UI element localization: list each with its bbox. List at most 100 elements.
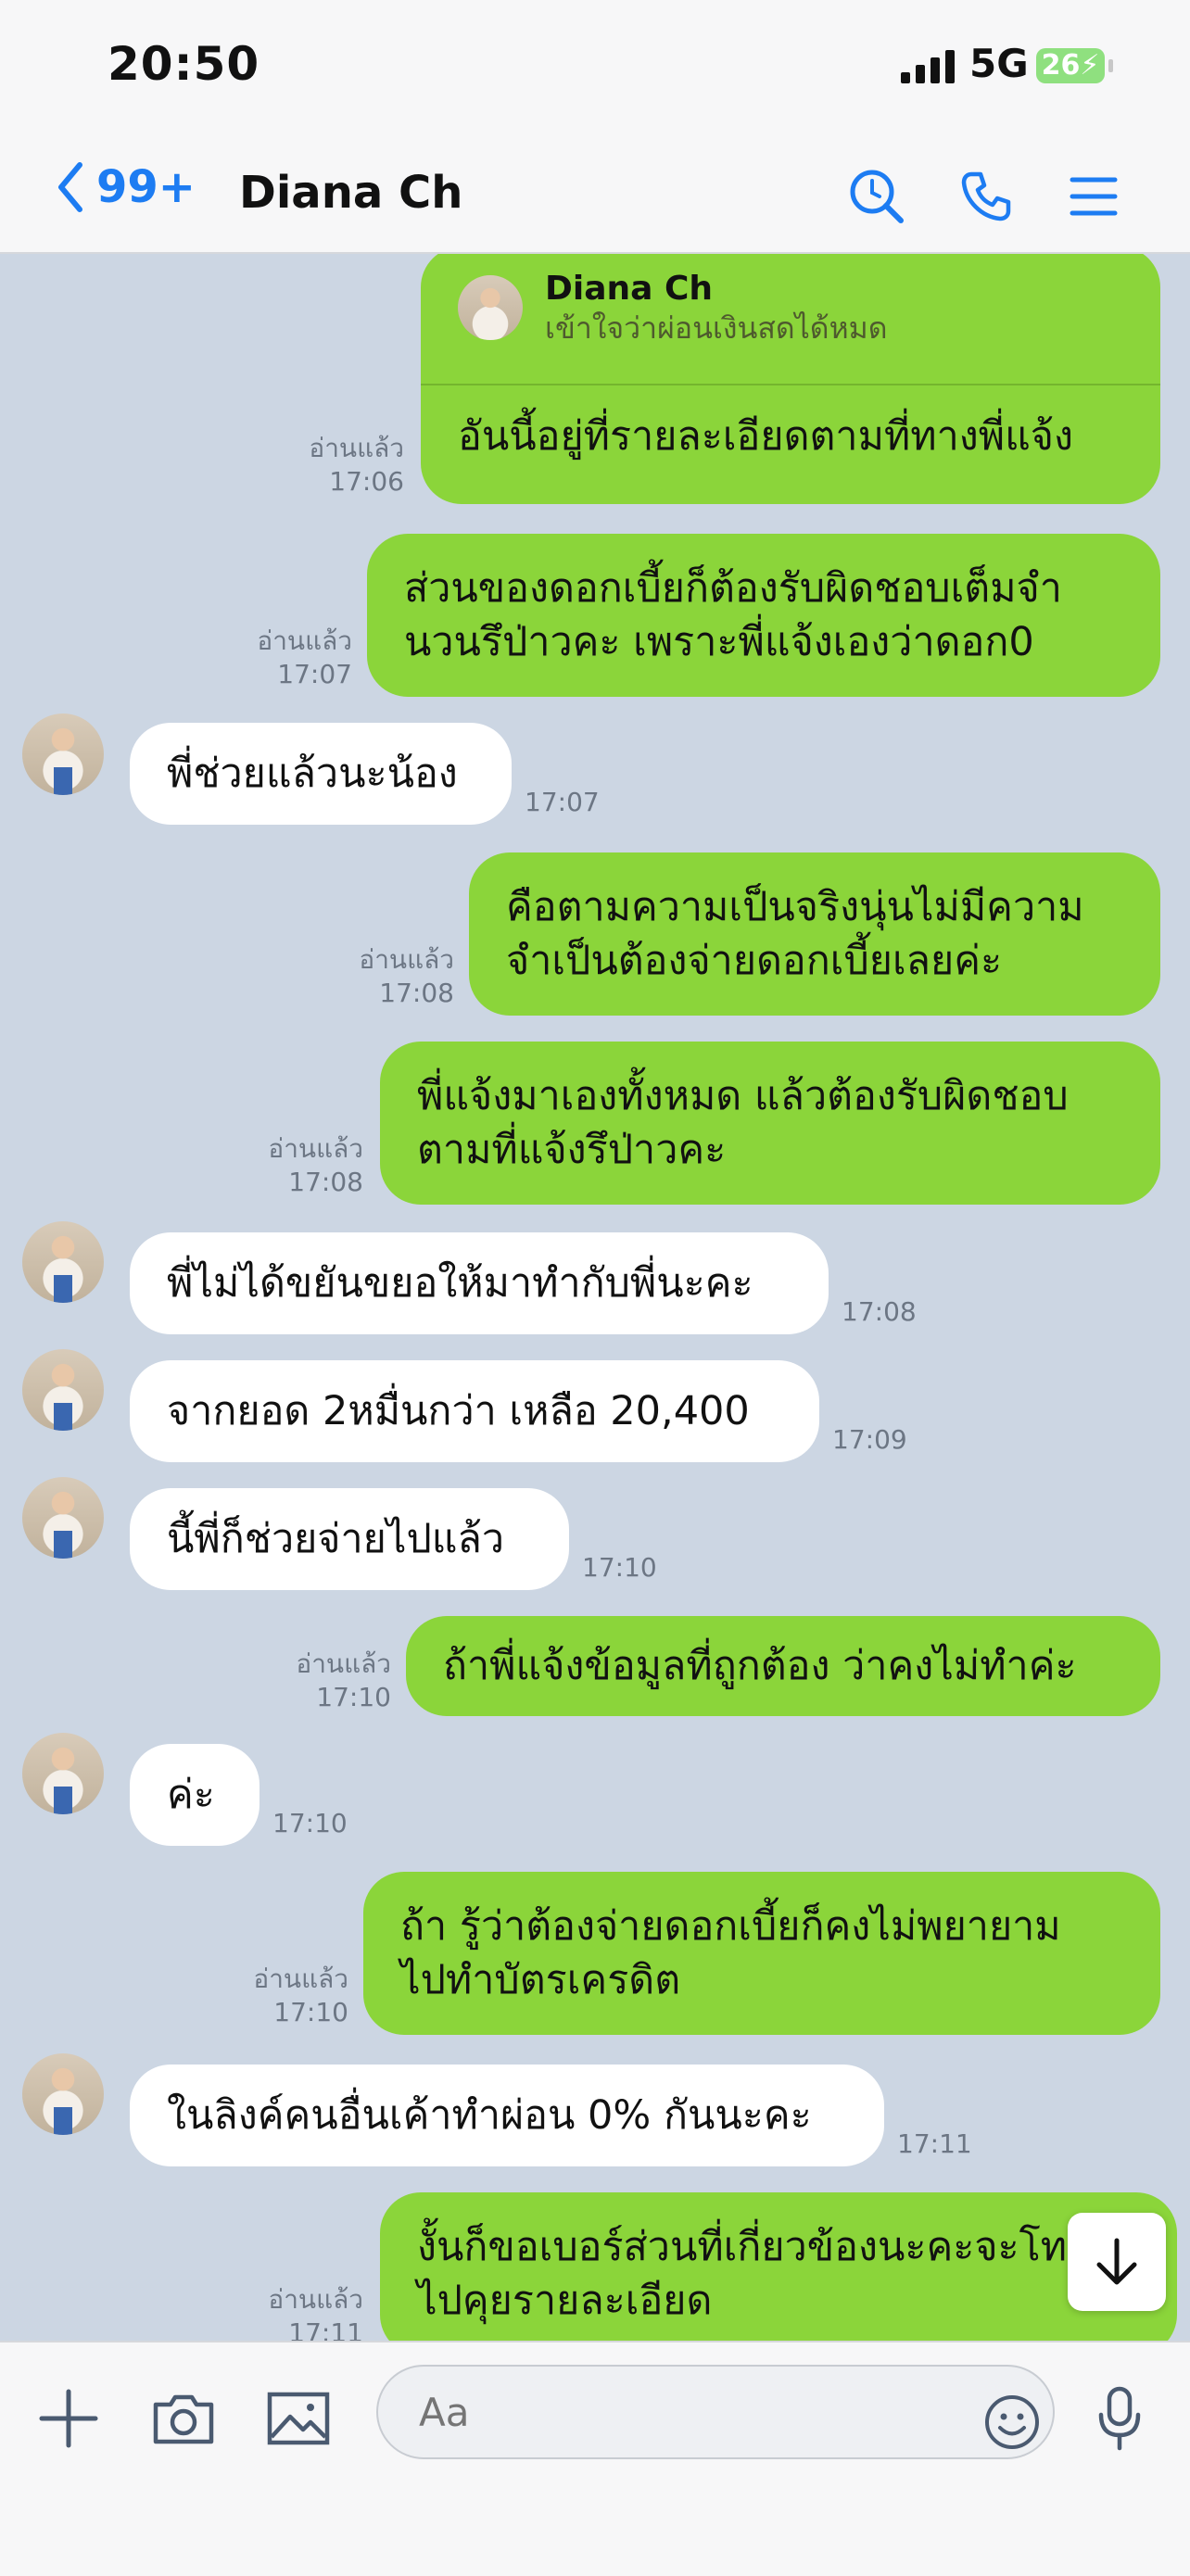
message-time: 17:10 (316, 1682, 391, 1712)
sent-message[interactable]: ส่วนของดอกเบี้ยก็ต้องรับผิดชอบเต็มจำ นวน… (367, 534, 1160, 697)
avatar[interactable] (22, 1349, 104, 1431)
microphone-icon (1098, 2386, 1141, 2451)
received-message[interactable]: นี้พี่ก็ช่วยจ่ายไปแล้ว (130, 1488, 569, 1590)
message-time: 17:08 (379, 978, 454, 1008)
back-button[interactable]: 99+ (56, 161, 196, 213)
sent-message[interactable]: ถ้าพี่แจ้งข้อมูลที่ถูกต้อง ว่าคงไม่ทำค่ะ (406, 1616, 1160, 1716)
avatar[interactable] (22, 713, 104, 795)
search-button[interactable] (840, 159, 914, 234)
message-time: 17:10 (582, 1552, 657, 1583)
read-receipt: อ่านแล้ว (309, 433, 404, 463)
message-line: ไปคุยรายละเอียด (417, 2278, 713, 2324)
message-time: 17:09 (832, 1424, 907, 1455)
avatar[interactable] (22, 1733, 104, 1814)
avatar[interactable] (22, 1221, 104, 1303)
message-line: ถ้าพี่แจ้งข้อมูลที่ถูกต้อง ว่าคงไม่ทำค่ะ (443, 1643, 1077, 1689)
search-icon (850, 170, 904, 223)
emoji-icon (985, 2395, 1039, 2449)
message-text: อันนี้อยู่ที่รายละเอียดตามที่ทางพี่แจ้ง (458, 413, 1074, 460)
message-composer (0, 2341, 1190, 2576)
avatar (458, 275, 523, 340)
arrow-down-icon (1096, 2238, 1137, 2285)
reply-sender: Diana Ch (545, 270, 714, 308)
received-message[interactable]: พี่ไม่ได้ขยันขยอให้มาทำกับพี่นะคะ (130, 1232, 829, 1334)
message-line: พี่ไม่ได้ขยันขยอให้มาทำกับพี่นะคะ (167, 1260, 753, 1307)
message-line: ไปทำบัตรเครดิต (400, 1957, 681, 2003)
chevron-left-icon (58, 162, 82, 212)
reply-divider (421, 384, 1160, 385)
reply-text: เข้าใจว่าผ่อนเงินสดได้หมด (545, 310, 888, 346)
call-button[interactable] (949, 159, 1023, 234)
message-time: 17:06 (329, 466, 404, 497)
message-line: ตามที่แจ้งรึป่าวคะ (417, 1127, 727, 1173)
scroll-to-bottom-button[interactable] (1068, 2213, 1166, 2311)
sent-message[interactable]: พี่แจ้งมาเองทั้งหมด แล้วต้องรับผิดชอบ ตา… (380, 1042, 1160, 1205)
menu-icon (1070, 177, 1118, 216)
message-meta: อ่านแล้ว 17:06 (278, 432, 404, 499)
message-meta: อ่านแล้ว 17:10 (265, 1648, 391, 1714)
chat-header: 99+ Diana Ch (0, 139, 1190, 254)
received-message[interactable]: ในลิงค์คนอื่นเค้าทำผ่อน 0% กันนะคะ (130, 2065, 884, 2166)
avatar[interactable] (22, 2053, 104, 2135)
voice-button[interactable] (1082, 2381, 1157, 2456)
camera-button[interactable] (146, 2381, 221, 2456)
chat-title: Diana Ch (239, 167, 463, 219)
message-time: 17:10 (273, 1997, 348, 2027)
read-receipt: อ่านแล้ว (253, 1964, 348, 1994)
battery-level: 26 (1041, 49, 1081, 82)
received-message[interactable]: ค่ะ (130, 1744, 260, 1846)
message-meta: อ่านแล้ว 17:08 (328, 943, 454, 1010)
message-meta: อ่านแล้ว 17:11 (237, 2283, 363, 2341)
battery-icon: 26⚡ (1036, 48, 1105, 83)
read-receipt: อ่านแล้ว (268, 1133, 363, 1164)
message-line: นวนรึป่าวคะ เพราะพี่แจ้งเองว่าดอก0 (404, 619, 1034, 665)
message-time: 17:11 (288, 2317, 363, 2341)
camera-icon (153, 2394, 214, 2444)
gallery-button[interactable] (261, 2381, 335, 2456)
message-line: จำเป็นต้องจ่ายดอกเบี้ยเลยค่ะ (506, 938, 1003, 984)
message-meta: อ่านแล้ว 17:08 (237, 1132, 363, 1199)
read-receipt: อ่านแล้ว (268, 2284, 363, 2315)
message-meta: อ่านแล้ว 17:10 (222, 1963, 348, 2029)
message-list[interactable]: Diana Ch เข้าใจว่าผ่อนเงินสดได้หมด อันนี… (0, 254, 1190, 2341)
emoji-button[interactable] (975, 2385, 1049, 2459)
message-line: ส่วนของดอกเบี้ยก็ต้องรับผิดชอบเต็มจำ (404, 565, 1062, 612)
message-line: จากยอด 2หมื่นกว่า เหลือ 20,400 (167, 1388, 750, 1434)
message-line: พี่ช่วยแล้วนะน้อง (167, 751, 458, 797)
status-bar: 20:50 5G 26⚡ (0, 0, 1190, 139)
message-time: 17:07 (277, 659, 352, 689)
read-receipt: อ่านแล้ว (359, 944, 454, 975)
message-input[interactable] (376, 2365, 1055, 2459)
add-button[interactable] (32, 2381, 106, 2456)
received-message[interactable]: จากยอด 2หมื่นกว่า เหลือ 20,400 (130, 1360, 819, 1462)
message-meta: อ่านแล้ว 17:07 (226, 625, 352, 691)
avatar[interactable] (22, 1477, 104, 1559)
message-line: งั้นก็ขอเบอร์ส่วนที่เกี่ยวข้องนะคะจะโท (417, 2224, 1068, 2270)
message-line: ค่ะ (167, 1772, 215, 1818)
sent-message[interactable]: คือตามความเป็นจริงนุ่นไม่มีความ จำเป็นต้… (469, 852, 1160, 1016)
message-time: 17:11 (897, 2128, 972, 2159)
phone-icon (961, 171, 1011, 221)
plus-icon (39, 2389, 98, 2448)
image-icon (267, 2392, 330, 2445)
network-label: 5G (969, 41, 1029, 86)
message-line: ในลิงค์คนอื่นเค้าทำผ่อน 0% กันนะคะ (167, 2092, 812, 2139)
received-message[interactable]: พี่ช่วยแล้วนะน้อง (130, 723, 512, 825)
battery-cap (1108, 59, 1113, 72)
sent-message[interactable]: Diana Ch เข้าใจว่าผ่อนเงินสดได้หมด อันนี… (421, 254, 1160, 504)
read-receipt: อ่านแล้ว (257, 625, 352, 656)
status-time: 20:50 (108, 37, 260, 91)
menu-button[interactable] (1057, 159, 1131, 234)
read-receipt: อ่านแล้ว (296, 1648, 391, 1679)
message-time: 17:08 (842, 1296, 917, 1327)
reply-quote[interactable]: Diana Ch เข้าใจว่าผ่อนเงินสดได้หมด (458, 269, 888, 347)
message-time: 17:07 (525, 787, 600, 817)
message-line: ถ้า รู้ว่าต้องจ่ายดอกเบี้ยก็คงไม่พยายาม (400, 1903, 1061, 1950)
sent-message[interactable]: ถ้า รู้ว่าต้องจ่ายดอกเบี้ยก็คงไม่พยายาม … (363, 1872, 1160, 2035)
message-time: 17:08 (288, 1167, 363, 1197)
sent-message[interactable]: งั้นก็ขอเบอร์ส่วนที่เกี่ยวข้องนะคะจะโท ไ… (380, 2192, 1177, 2341)
message-line: คือตามความเป็นจริงนุ่นไม่มีความ (506, 884, 1084, 930)
message-time: 17:10 (272, 1808, 348, 1838)
message-line: นี้พี่ก็ช่วยจ่ายไปแล้ว (167, 1516, 504, 1562)
signal-icon (901, 50, 956, 83)
